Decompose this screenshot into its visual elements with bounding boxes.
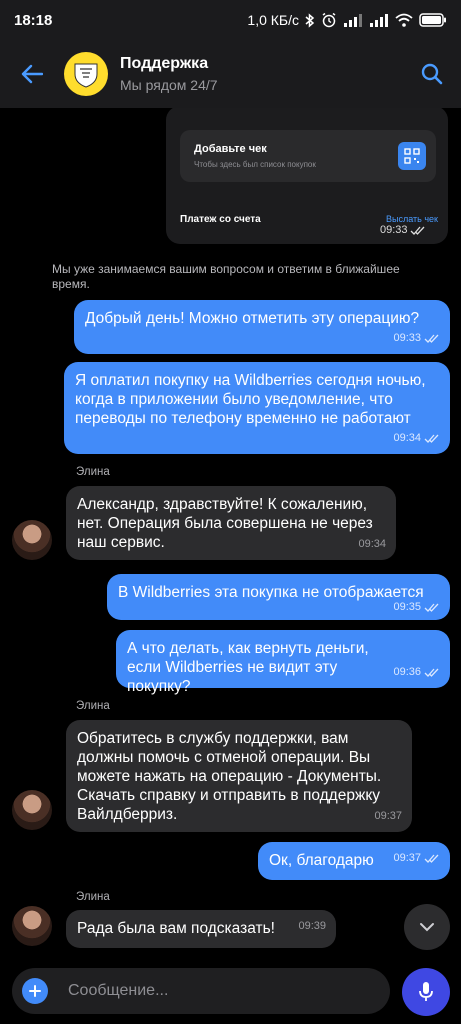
message-bubble-incoming[interactable]: Обратитесь в службу поддержки, вам должн…	[66, 720, 412, 832]
avatar[interactable]	[12, 520, 52, 560]
net-speed: 1,0 КБ/с	[247, 12, 299, 28]
qr-scan-button[interactable]	[398, 142, 426, 170]
alarm-icon	[321, 12, 337, 28]
avatar[interactable]	[12, 906, 52, 946]
chat-area[interactable]: Добавьте чек Чтобы здесь был список поку…	[0, 108, 461, 960]
message-time: 09:37	[374, 810, 402, 822]
input-placeholder: Сообщение...	[68, 982, 169, 999]
message-text: Александр, здравствуйте! К сожалению, не…	[77, 496, 373, 551]
message-meta: 09:33	[393, 329, 440, 348]
double-check-icon	[410, 226, 425, 235]
message-bubble-outgoing[interactable]: В Wildberries эта покупка не отображаетс…	[107, 574, 450, 620]
status-time: 18:18	[14, 11, 53, 29]
chat-header: Поддержка Мы рядом 24/7	[0, 40, 461, 108]
sender-name: Элина	[76, 466, 110, 478]
receipt-meta: 09:33	[380, 224, 426, 236]
message-text: Я оплатил покупку на Wildberries сегодня…	[75, 372, 426, 427]
message-time: 09:34	[358, 538, 386, 550]
qr-icon	[404, 148, 420, 164]
payment-label: Платеж со счета	[180, 214, 261, 225]
search-button[interactable]	[403, 40, 461, 108]
message-time: 09:33	[393, 332, 421, 344]
message-bubble-outgoing[interactable]: Ок, благодарю 09:37	[258, 842, 450, 880]
signal-icon-2	[369, 13, 389, 27]
chat-title: Поддержка	[120, 55, 209, 72]
header-text[interactable]: Поддержка Мы рядом 24/7	[120, 55, 218, 93]
message-time: 09:35	[393, 601, 421, 613]
message-meta: 09:34	[358, 535, 386, 554]
message-meta: 09:34	[393, 429, 440, 448]
message-time: 09:37	[393, 852, 421, 864]
back-button[interactable]	[0, 40, 64, 108]
sender-name: Элина	[76, 700, 110, 712]
voice-message-button[interactable]	[402, 968, 450, 1016]
message-time: 09:34	[393, 432, 421, 444]
message-bubble-outgoing[interactable]: А что делать, как вернуть деньги, если W…	[116, 630, 450, 695]
message-input[interactable]: Сообщение...	[12, 968, 390, 1014]
system-message: Мы уже занимаемся вашим вопросом и ответ…	[52, 262, 400, 291]
receipt-card[interactable]: Добавьте чек Чтобы здесь был список поку…	[166, 108, 448, 244]
signal-icon	[343, 13, 363, 27]
message-time: 09:33	[380, 224, 408, 236]
chevron-down-icon	[420, 923, 434, 932]
support-avatar[interactable]	[64, 52, 108, 96]
message-text: А что делать, как вернуть деньги, если W…	[127, 640, 369, 695]
microphone-icon	[419, 982, 433, 1001]
double-check-icon	[424, 854, 439, 863]
status-icons: 1,0 КБ/с	[247, 12, 447, 28]
message-composer: Сообщение...	[0, 960, 461, 1024]
avatar[interactable]	[12, 790, 52, 830]
double-check-icon	[424, 668, 439, 677]
plus-icon	[29, 985, 41, 997]
message-text: Рада была вам подсказать!	[77, 920, 275, 937]
send-receipt-link[interactable]: Выслать чек	[386, 214, 438, 224]
message-bubble-outgoing[interactable]: Добрый день! Можно отметить эту операцию…	[74, 300, 450, 354]
double-check-icon	[424, 603, 439, 612]
receipt-title: Добавьте чек	[194, 143, 267, 155]
bank-crest-icon	[74, 63, 98, 88]
message-bubble-incoming[interactable]: Александр, здравствуйте! К сожалению, не…	[66, 486, 396, 560]
message-text: В Wildberries эта покупка не отображаетс…	[118, 584, 424, 601]
message-time: 09:39	[298, 920, 326, 932]
message-time: 09:36	[393, 666, 421, 678]
message-bubble-outgoing[interactable]: Я оплатил покупку на Wildberries сегодня…	[64, 362, 450, 454]
bluetooth-icon	[305, 12, 315, 28]
arrow-left-icon	[21, 64, 43, 84]
attach-button[interactable]	[22, 978, 48, 1004]
message-text: Обратитесь в службу поддержки, вам должн…	[77, 730, 382, 823]
message-bubble-incoming[interactable]: Рада была вам подсказать! 09:39	[66, 910, 336, 948]
message-meta: 09:35	[393, 598, 440, 617]
message-meta: 09:37	[393, 849, 440, 868]
message-meta: 09:36	[393, 663, 440, 682]
double-check-icon	[424, 334, 439, 343]
double-check-icon	[424, 434, 439, 443]
chat-subtitle: Мы рядом 24/7	[120, 77, 218, 93]
status-bar: 18:18 1,0 КБ/с	[0, 0, 461, 40]
message-text: Добрый день! Можно отметить эту операцию…	[85, 310, 420, 327]
sender-name: Элина	[76, 891, 110, 903]
add-receipt-panel[interactable]: Добавьте чек Чтобы здесь был список поку…	[180, 130, 436, 182]
message-meta: 09:37	[374, 807, 402, 826]
wifi-icon	[395, 13, 413, 27]
scroll-down-button[interactable]	[404, 904, 450, 950]
battery-icon	[419, 13, 447, 27]
search-icon	[421, 63, 443, 85]
receipt-subtitle: Чтобы здесь был список покупок	[194, 160, 316, 169]
message-text: Ок, благодарю	[269, 852, 374, 869]
message-meta: 09:39	[298, 917, 326, 936]
